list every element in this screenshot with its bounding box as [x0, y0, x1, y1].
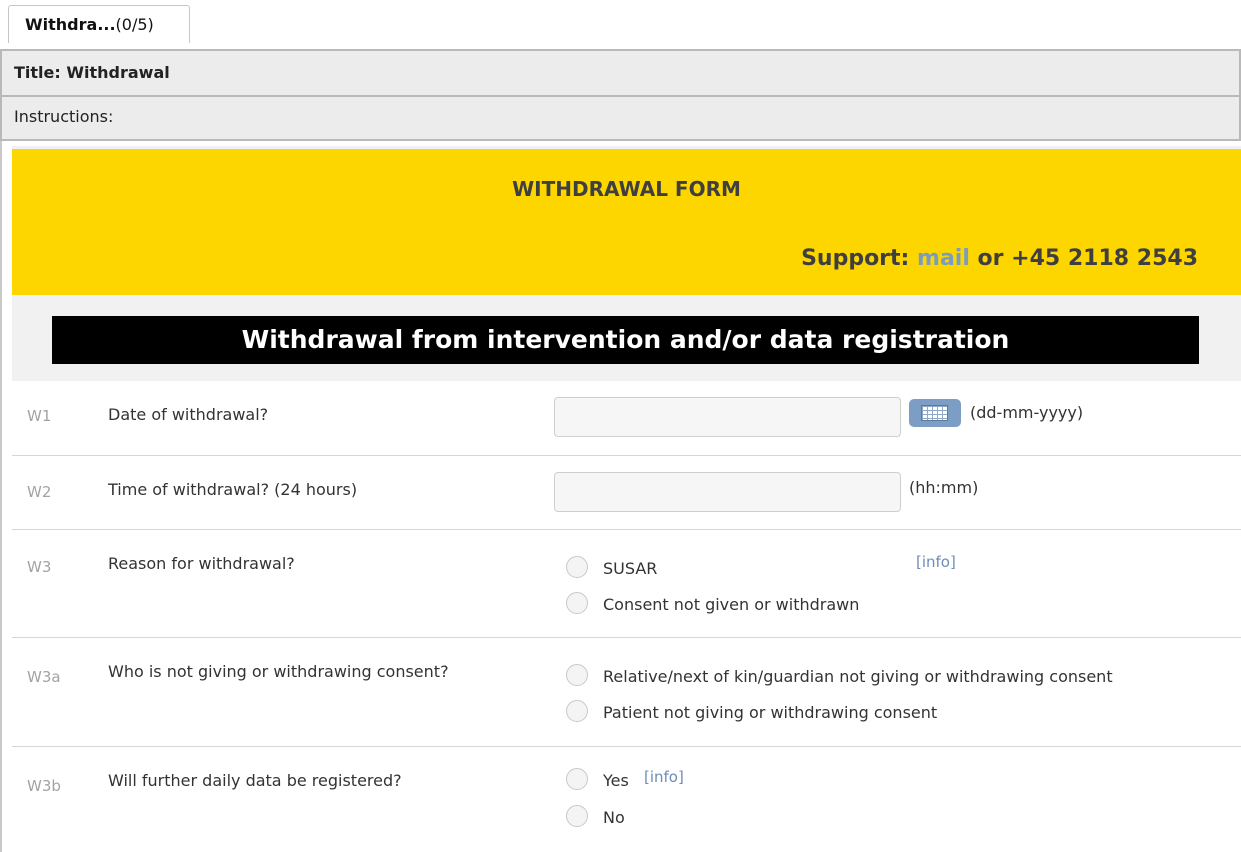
info-link[interactable]: [info]: [644, 768, 684, 786]
time-format-hint: (hh:mm): [909, 478, 979, 497]
option-label: SUSAR: [603, 559, 658, 578]
radio-button[interactable]: [566, 768, 588, 790]
banner-title: WITHDRAWAL FORM: [512, 177, 741, 201]
tab-withdrawal[interactable]: Withdra...(0/5): [8, 5, 190, 43]
time-of-withdrawal-input[interactable]: [554, 472, 901, 512]
question-row-w1: W1 Date of withdrawal? (dd-mm-yyyy): [12, 381, 1241, 456]
tab-label: Withdra...: [25, 15, 116, 34]
radio-button[interactable]: [566, 805, 588, 827]
question-text: Will further daily data be registered?: [108, 771, 402, 790]
question-id: W3: [27, 558, 52, 576]
radio-button[interactable]: [566, 700, 588, 722]
date-format-hint: (dd-mm-yyyy): [970, 403, 1084, 422]
frame-border: [0, 141, 2, 852]
withdrawal-banner: WITHDRAWAL FORM Support: mail or +45 211…: [12, 149, 1241, 295]
option-label: No: [603, 808, 625, 827]
question-id: W2: [27, 483, 52, 501]
radio-button[interactable]: [566, 592, 588, 614]
support-prefix: Support:: [801, 246, 910, 271]
question-id: W3b: [27, 777, 61, 795]
date-of-withdrawal-input[interactable]: [554, 397, 901, 437]
question-row-w3: W3 Reason for withdrawal? SUSAR Consent …: [12, 530, 1241, 638]
radio-button[interactable]: [566, 664, 588, 686]
question-row-w3a: W3a Who is not giving or withdrawing con…: [12, 638, 1241, 747]
question-row-w3b: W3b Will further daily data be registere…: [12, 747, 1241, 852]
support-phone: or +45 2118 2543: [977, 246, 1198, 271]
question-text: Who is not giving or withdrawing consent…: [108, 662, 449, 681]
form-header-area: WITHDRAWAL FORM Support: mail or +45 211…: [12, 146, 1241, 381]
tab-count: (0/5): [115, 15, 154, 34]
question-id: W1: [27, 407, 52, 425]
form-title-bar: Title: Withdrawal: [0, 49, 1241, 97]
question-id: W3a: [27, 668, 61, 686]
option-label: Consent not given or withdrawn: [603, 595, 860, 614]
instructions-bar: Instructions:: [0, 97, 1241, 141]
option-label: Patient not giving or withdrawing consen…: [603, 703, 938, 722]
question-text: Date of withdrawal?: [108, 405, 269, 424]
question-row-w2: W2 Time of withdrawal? (24 hours) (hh:mm…: [12, 456, 1241, 530]
option-label: Relative/next of kin/guardian not giving…: [603, 667, 1113, 686]
question-text: Reason for withdrawal?: [108, 554, 295, 573]
calendar-icon: [921, 405, 948, 421]
calendar-button[interactable]: [909, 399, 961, 427]
question-text: Time of withdrawal? (24 hours): [108, 480, 358, 499]
info-link[interactable]: [info]: [916, 553, 956, 571]
section-header: Withdrawal from intervention and/or data…: [52, 316, 1199, 364]
option-label: Yes: [603, 771, 629, 790]
support-line: Support: mail or +45 2118 2543: [801, 246, 1198, 271]
support-mail-link[interactable]: mail: [917, 246, 970, 271]
radio-button[interactable]: [566, 556, 588, 578]
